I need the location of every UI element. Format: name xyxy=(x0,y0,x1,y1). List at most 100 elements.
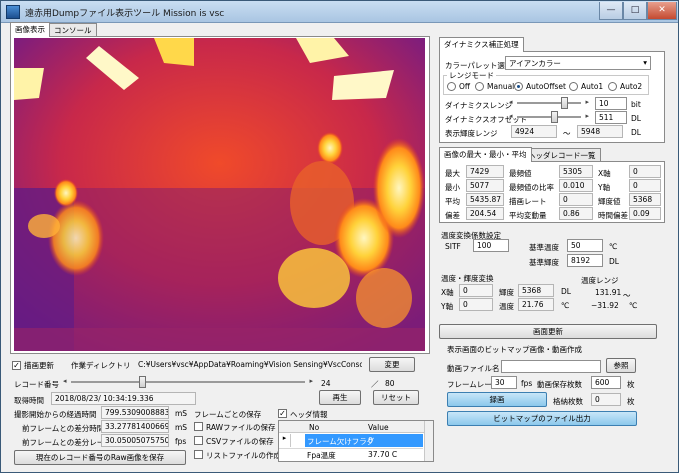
dyn-offset-value[interactable]: 511 xyxy=(595,111,627,124)
slider-left-icon: ◂ xyxy=(509,98,513,106)
bright-value: 5368 xyxy=(629,193,661,206)
x-axis-value: 0 xyxy=(629,165,661,178)
tab-dynamics[interactable]: ダイナミクス補正処理 xyxy=(439,37,524,52)
app-window: 遠赤用Dumpファイル表示ツール Mission is vsc — □ ✕ 画像… xyxy=(0,0,679,473)
radio-off-label: Off xyxy=(459,82,471,91)
chevron-down-icon: ▾ xyxy=(643,58,647,67)
thermal-image[interactable] xyxy=(14,38,425,351)
slider-left-icon: ◂ xyxy=(63,377,67,385)
maximize-button[interactable]: □ xyxy=(623,2,647,20)
record-total: 80 xyxy=(385,379,395,388)
title-bar: 遠赤用Dumpファイル表示ツール Mission is vsc — □ ✕ xyxy=(1,1,678,23)
change-dir-button[interactable]: 変更 xyxy=(369,357,415,372)
list-file-checkbox[interactable] xyxy=(194,450,203,459)
stored-count-label: 格納枚数 xyxy=(553,397,583,406)
min-value: 5077 xyxy=(466,179,504,192)
close-button[interactable]: ✕ xyxy=(647,2,677,20)
tab-console[interactable]: コンソール xyxy=(49,23,97,37)
window-title: 遠赤用Dumpファイル表示ツール Mission is vsc xyxy=(25,9,225,19)
mode-value: 5305 xyxy=(559,165,593,178)
avg-label: 平均 xyxy=(445,197,460,206)
bitmap-export-button[interactable]: ビットマップのファイル出力 xyxy=(447,411,637,426)
browse-button[interactable]: 参照 xyxy=(606,358,636,373)
base-bright-input[interactable]: 8192 xyxy=(567,254,603,267)
sitf-input[interactable]: 100 xyxy=(473,239,509,252)
dyn-offset-thumb[interactable] xyxy=(551,111,559,123)
framerate-unit: fps xyxy=(521,379,533,388)
radio-manual-label: Manual xyxy=(487,82,515,91)
saved-count-unit: 枚 xyxy=(627,380,635,389)
csv-save-label: CSVファイルの保存 xyxy=(206,437,274,446)
avg-value: 5435.87 xyxy=(466,193,504,206)
row-0-value: 0 xyxy=(368,436,373,445)
conv-temp-unit: ℃ xyxy=(561,301,570,310)
radio-manual[interactable] xyxy=(475,82,484,91)
temp-range-title: 温度レンジ xyxy=(581,276,619,285)
conv-x-label: X軸 xyxy=(441,288,454,297)
list-file-label: リストファイルの作成 xyxy=(206,451,281,460)
record-slider[interactable]: ◂ ▸ xyxy=(63,376,313,388)
radio-auto2[interactable] xyxy=(608,82,617,91)
avg-change-value: 0.86 xyxy=(559,207,593,220)
grid-scrollbar[interactable] xyxy=(424,421,433,461)
avg-change-label: 平均変動量 xyxy=(509,211,547,220)
radio-auto1[interactable] xyxy=(569,82,578,91)
dyn-range-thumb[interactable] xyxy=(561,97,569,109)
tab-minmax[interactable]: 画像の最大・最小・平均 xyxy=(439,147,532,162)
mode-label: 最頻値 xyxy=(509,169,532,178)
grid-header-no: No xyxy=(309,423,320,432)
temp-range-min: −31.92 xyxy=(591,301,619,310)
draw-rate-value: 0 xyxy=(559,193,593,206)
save-raw-button[interactable]: 現在のレコード番号のRaw画像を保存 xyxy=(14,450,186,465)
conv-y-value: 0 xyxy=(459,298,493,311)
record-separator: ／ xyxy=(371,380,379,389)
refresh-button[interactable]: 画面更新 xyxy=(439,324,657,339)
brightness-min: 4924 xyxy=(511,125,557,138)
reset-button[interactable]: リセット xyxy=(373,390,419,405)
dyn-offset-unit: DL xyxy=(631,114,641,123)
tab-header-records[interactable]: ヘッダレコード一覧 xyxy=(523,148,601,162)
grid-header-value: Value xyxy=(368,423,389,432)
dyn-offset-slider[interactable]: ◂ ▸ xyxy=(509,111,589,123)
conv-temp-value: 21.76 xyxy=(518,298,554,311)
dyn-range-unit: bit xyxy=(631,100,641,109)
stat-unit-diff: mS xyxy=(175,423,188,432)
palette-value: アイアンカラー xyxy=(509,59,561,68)
raw-save-checkbox[interactable] xyxy=(194,422,203,431)
palette-select[interactable]: アイアンカラー ▾ xyxy=(505,56,651,70)
temp-range-unit: ℃ xyxy=(629,301,638,310)
y-axis-value: 0 xyxy=(629,179,661,192)
x-axis-label: X軸 xyxy=(598,169,611,178)
stat-unit-rate: fps xyxy=(175,437,187,446)
record-slider-thumb[interactable] xyxy=(139,376,147,388)
saved-count-input[interactable]: 600 xyxy=(591,376,621,389)
radio-auto2-label: Auto2 xyxy=(620,82,643,91)
bright-label: 輝度値 xyxy=(598,197,621,206)
stat-unit-elapsed: mS xyxy=(175,409,188,418)
csv-save-checkbox[interactable] xyxy=(194,436,203,445)
movie-file-input[interactable] xyxy=(501,360,601,373)
record-label: レコード番号 xyxy=(14,380,59,389)
bitmap-title: 表示画面のビットマップ画像・動画作成 xyxy=(447,345,582,354)
record-button[interactable]: 録画 xyxy=(447,392,547,407)
draw-update-checkbox[interactable]: ✓ xyxy=(12,361,21,370)
time-dev-value: 0.09 xyxy=(629,207,661,220)
dyn-range-value[interactable]: 10 xyxy=(595,97,627,110)
play-button[interactable]: 再生 xyxy=(319,390,361,405)
stat-label-diff: 前フレームとの差分時間 xyxy=(22,424,105,433)
tab-image-view[interactable]: 画像表示 xyxy=(10,22,50,37)
saved-count-label: 動画保存枚数 xyxy=(537,380,582,389)
stat-value-elapsed: 799.530900888381 xyxy=(101,406,169,419)
radio-off[interactable] xyxy=(447,82,456,91)
header-info-grid[interactable]: No Value ▸ フレーム欠けフラグ 0 Fpa温度 37.70 C xyxy=(278,420,434,462)
radio-autooffset[interactable] xyxy=(514,82,523,91)
mode-ratio-label: 最頻値の比率 xyxy=(509,183,554,192)
min-label: 最小 xyxy=(445,183,460,192)
header-info-checkbox[interactable]: ✓ xyxy=(278,409,287,418)
framerate-input[interactable]: 30 xyxy=(491,376,517,389)
dyn-range-slider[interactable]: ◂ ▸ xyxy=(509,97,589,109)
base-temp-input[interactable]: 50 xyxy=(567,239,603,252)
stat-label-rate: 前フレームとの差分レート xyxy=(22,438,112,447)
minimize-button[interactable]: — xyxy=(599,2,623,20)
frame-save-title: フレームごとの保存 xyxy=(194,410,262,419)
